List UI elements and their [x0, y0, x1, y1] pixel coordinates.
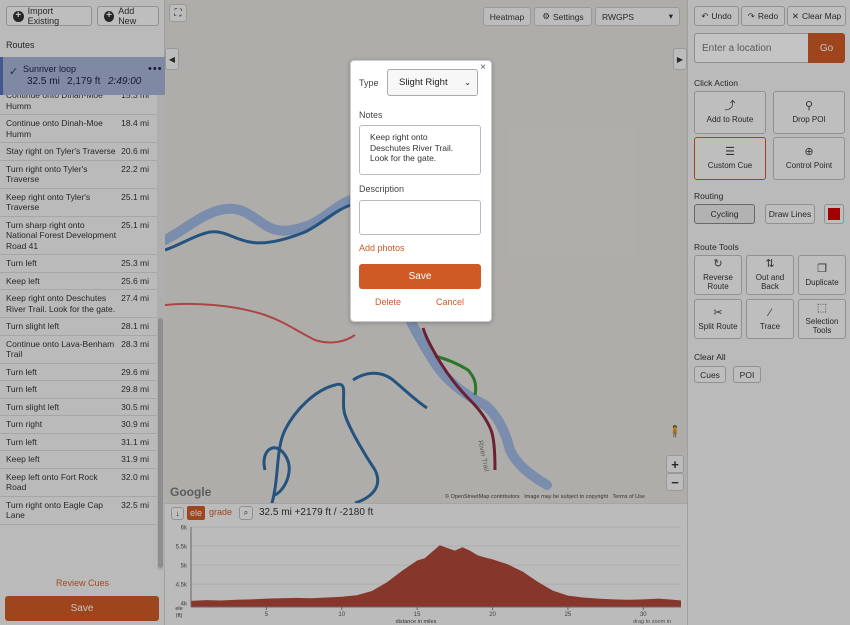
cue-delete-button[interactable]: Delete	[375, 297, 401, 307]
cue-type-select[interactable]: Slight Right ⌄	[387, 69, 478, 96]
cue-type-value: Slight Right	[399, 77, 448, 88]
chevron-down-icon: ⌄	[464, 78, 471, 87]
notes-textarea[interactable]: Keep right onto Deschutes River Trail. L…	[359, 125, 481, 175]
cue-cancel-button[interactable]: Cancel	[436, 297, 464, 307]
notes-label: Notes	[359, 110, 383, 120]
cue-save-button[interactable]: Save	[359, 264, 481, 289]
description-textarea[interactable]	[359, 200, 481, 235]
add-photos-link[interactable]: Add photos	[359, 243, 405, 253]
description-label: Description	[359, 184, 405, 194]
custom-cue-popup: × Type Slight Right ⌄ Notes Keep right o…	[350, 60, 492, 322]
close-icon[interactable]: ×	[480, 62, 486, 73]
type-label: Type	[359, 78, 379, 88]
